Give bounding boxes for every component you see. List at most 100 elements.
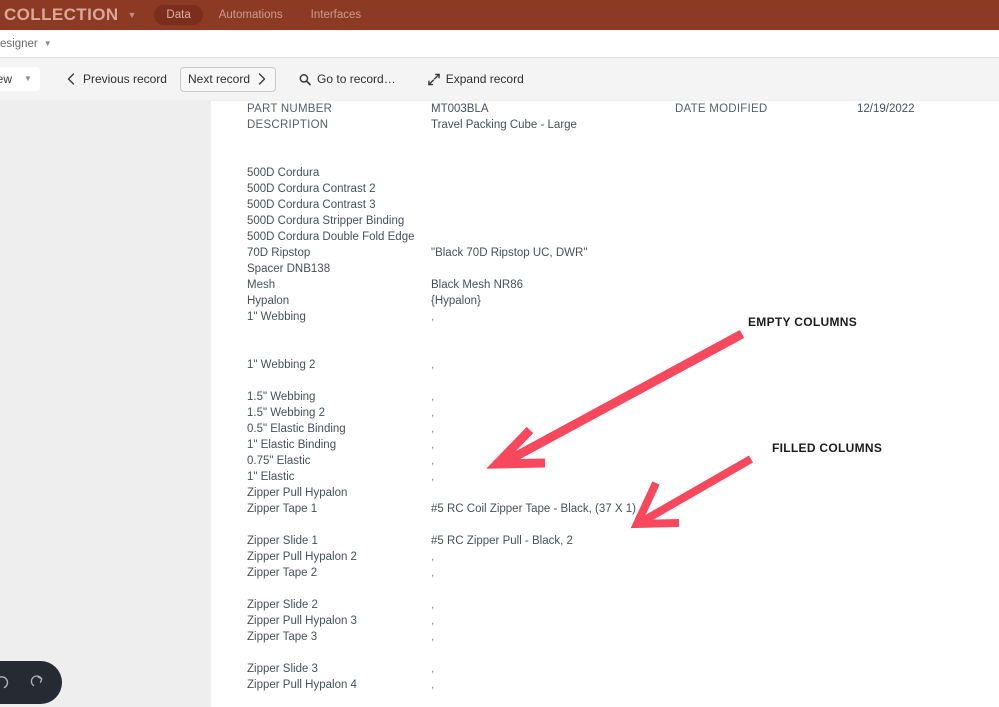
field-value[interactable]: #5 RC Zipper Pull - Black, 2 [431,533,573,549]
field-value[interactable]: , [431,309,434,325]
field-value[interactable]: , [431,469,434,485]
field-row-spacer [211,133,999,149]
table-tab-bar: esigner ▼ [0,30,999,58]
field-label: 0.5" Elastic Binding [247,423,346,435]
field-row-spacer [211,373,999,389]
record-row[interactable]: 0.5" Elastic Binding, [211,421,999,437]
record-row[interactable]: Spacer DNB138 [211,261,999,277]
field-label: Hypalon [247,295,290,307]
field-label-date-modified: DATE MODIFIED [675,103,768,115]
record-row-part-number[interactable]: PART NUMBER MT003BLA DATE MODIFIED 12/19… [211,101,999,117]
record-row[interactable]: 500D Cordura Contrast 2 [211,181,999,197]
field-label: Zipper Tape 3 [247,631,318,643]
field-value[interactable]: #5 RC Coil Zipper Tape - Black, (37 X 1) [431,501,636,517]
field-row-spacer [211,149,999,165]
field-value[interactable]: , [431,453,434,469]
record-row[interactable]: 70D Ripstop "Black 70D Ripstop UC, DWR" [211,245,999,261]
field-label: 0.75" Elastic [247,455,311,467]
field-label: 500D Cordura Contrast 2 [247,183,376,195]
field-value[interactable]: {Hypalon} [431,293,481,309]
field-label: Zipper Pull Hypalon [247,487,348,499]
go-to-record-button[interactable]: Go to record… [292,68,403,91]
expand-record-label: Expand record [445,72,524,86]
previous-record-button[interactable]: Previous record [58,68,174,91]
record-row[interactable]: 500D Cordura Contrast 3 [211,197,999,213]
record-row[interactable]: 500D Cordura Double Fold Edge [211,229,999,245]
field-label: 1.5" Webbing 2 [247,407,326,419]
field-value-date-modified[interactable]: 12/19/2022 [857,101,915,117]
record-row[interactable]: Zipper Tape 1 #5 RC Coil Zipper Tape - Bl… [211,501,999,517]
expand-record-button[interactable]: Expand record [421,68,531,91]
field-value[interactable]: , [431,661,434,677]
field-value[interactable]: , [431,549,434,565]
field-label: 1" Elastic [247,471,295,483]
record-row[interactable]: Zipper Pull Hypalon 2, [211,549,999,565]
field-value[interactable]: , [431,597,434,613]
record-row-description[interactable]: DESCRIPTION Travel Packing Cube - Large [211,117,999,133]
field-value[interactable]: , [431,613,434,629]
record-row[interactable]: Zipper Slide 1 #5 RC Zipper Pull - Black,… [211,533,999,549]
field-value[interactable]: , [431,437,434,453]
field-row-spacer [211,645,999,661]
record-row[interactable]: 1" Elastic, [211,469,999,485]
previous-record-label: Previous record [82,72,167,86]
table-tab-designer[interactable]: esigner [0,38,38,50]
field-value[interactable]: , [431,565,434,581]
record-row[interactable]: Zipper Slide 3, [211,661,999,677]
next-record-label: Next record [187,72,251,86]
field-row-spacer [211,341,999,357]
go-to-record-label: Go to record… [317,72,396,86]
top-nav: Data Automations Interfaces [154,5,373,25]
field-value[interactable]: , [431,677,434,693]
field-value[interactable]: , [431,389,434,405]
undo-icon[interactable] [0,674,9,691]
top-brand-bar: COLLECTION ▼ Data Automations Interfaces [0,0,999,30]
record-row[interactable]: 1.5" Webbing 2, [211,405,999,421]
field-label: Zipper Slide 1 [247,535,318,547]
annotation-empty-columns: EMPTY COLUMNS [748,315,858,329]
record-detail-panel: PART NUMBER MT003BLA DATE MODIFIED 12/19… [211,101,999,707]
next-record-button[interactable]: Next record [179,66,277,92]
record-row[interactable]: 500D Cordura Stripper Binding [211,213,999,229]
field-row-spacer [211,517,999,533]
field-label: 1" Webbing 2 [247,359,316,371]
record-row[interactable]: 1" Webbing, [211,309,999,325]
chevron-down-icon[interactable]: ▼ [128,10,137,20]
record-field-list: PART NUMBER MT003BLA DATE MODIFIED 12/19… [211,101,999,693]
field-label-part-number: PART NUMBER [247,103,333,115]
record-row[interactable]: 1.5" Webbing, [211,389,999,405]
record-row[interactable]: Zipper Tape 3, [211,629,999,645]
base-title[interactable]: COLLECTION [4,5,119,25]
field-value[interactable]: , [431,421,434,437]
field-value-part-number[interactable]: MT003BLA [431,101,489,117]
record-row[interactable]: 500D Cordura [211,165,999,181]
tab-data[interactable]: Data [154,5,203,25]
field-value[interactable]: Black Mesh NR86 [431,277,523,293]
field-label: 1.5" Webbing [247,391,316,403]
chevron-down-icon: ▼ [24,74,32,83]
redo-icon[interactable] [29,674,46,691]
field-value[interactable]: , [431,357,434,373]
chevron-down-icon[interactable]: ▼ [44,39,52,48]
field-value-description[interactable]: Travel Packing Cube - Large [431,117,577,133]
record-row[interactable]: Zipper Tape 2, [211,565,999,581]
expand-icon [427,73,440,85]
field-value[interactable]: , [431,629,434,645]
record-row[interactable]: Zipper Pull Hypalon 4, [211,677,999,693]
record-row[interactable]: 1" Webbing 2, [211,357,999,373]
tab-automations[interactable]: Automations [207,5,295,25]
field-label: 1" Webbing [247,311,306,323]
record-row[interactable]: Zipper Pull Hypalon 3, [211,613,999,629]
record-row[interactable]: Zipper Pull Hypalon [211,485,999,501]
record-row[interactable]: Zipper Slide 2, [211,597,999,613]
field-value[interactable]: "Black 70D Ripstop UC, DWR" [431,245,587,261]
view-switcher[interactable]: view ▼ [0,67,40,91]
field-label: Zipper Pull Hypalon 4 [247,679,357,691]
record-row[interactable]: Hypalon {Hypalon} [211,293,999,309]
record-row[interactable]: Mesh Black Mesh NR86 [211,277,999,293]
field-value[interactable]: , [431,405,434,421]
record-row[interactable]: 0.75" Elastic, [211,453,999,469]
field-label-description: DESCRIPTION [247,119,329,131]
tab-interfaces[interactable]: Interfaces [299,5,374,25]
field-label: Spacer DNB138 [247,263,331,275]
